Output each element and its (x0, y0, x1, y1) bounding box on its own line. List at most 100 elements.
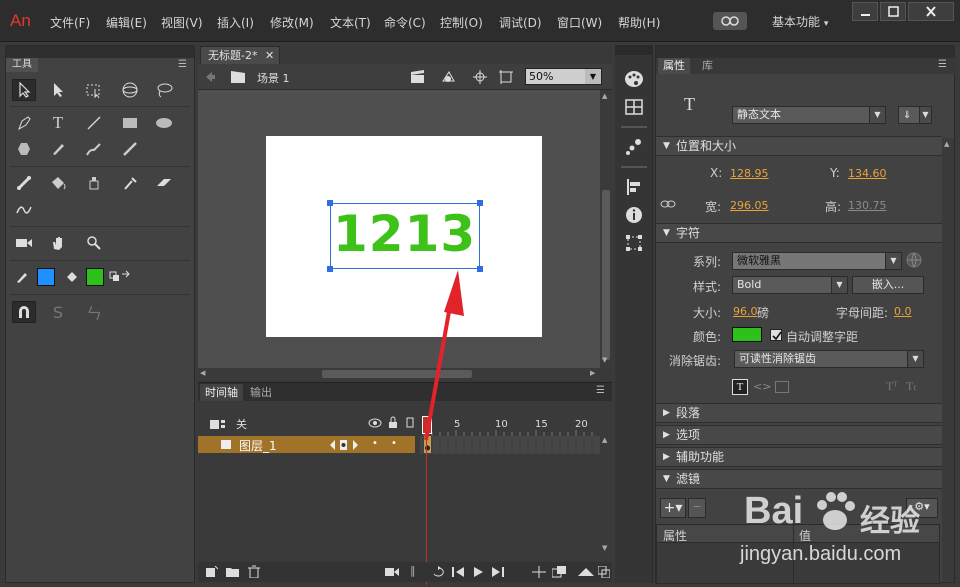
hand-tool[interactable] (46, 232, 70, 254)
sync-settings-button[interactable] (713, 12, 747, 30)
lock-proportions-icon[interactable] (660, 198, 676, 210)
menu-control[interactable]: 控制(O) (440, 14, 483, 31)
section-paragraph[interactable]: ▶ 段落 (656, 403, 942, 423)
font-style-dropdown[interactable]: Bold ▼ (732, 276, 848, 294)
font-family-dropdown[interactable]: 微软雅黑 ▼ (732, 252, 902, 270)
add-filter-button[interactable]: +▾ (660, 498, 686, 518)
center-frame-icon[interactable] (532, 566, 546, 578)
menu-edit[interactable]: 编辑(E) (106, 14, 147, 31)
motion-presets-button[interactable] (623, 137, 645, 157)
paint-brush-tool[interactable] (82, 138, 106, 160)
swap-colors-button[interactable] (108, 266, 132, 288)
stroke-color-swatch[interactable] (37, 268, 55, 286)
resize-handle[interactable] (327, 266, 333, 272)
tab-library[interactable]: 库 (698, 58, 717, 74)
tools-tab[interactable]: 工具 (6, 58, 38, 72)
menu-debug[interactable]: 调试(D) (499, 14, 542, 31)
filter-settings-button[interactable]: ⚙▾ (906, 498, 938, 518)
scroll-up-icon[interactable]: ▲ (602, 436, 607, 444)
horizontal-scrollbar[interactable]: ◀ ▶ (198, 368, 600, 380)
layer-row[interactable]: 图层_1 • • (198, 436, 415, 453)
edit-scene-button[interactable] (409, 69, 427, 85)
subselection-tool[interactable] (46, 79, 70, 101)
eraser-tool[interactable] (152, 172, 176, 194)
text-orientation-dropdown[interactable]: ⇓ ▼ (898, 106, 932, 124)
step-forward-icon[interactable] (490, 566, 504, 578)
lock-dot[interactable]: • (391, 438, 397, 449)
menu-window[interactable]: 窗口(W) (557, 14, 602, 31)
stroke-color-tool[interactable] (10, 266, 34, 288)
clip-content-button[interactable] (498, 69, 514, 85)
width-tool[interactable] (12, 198, 36, 220)
font-globe-icon[interactable] (906, 252, 922, 268)
remove-filter-button[interactable]: − (688, 498, 706, 518)
autokern-checkbox[interactable] (770, 329, 782, 341)
menu-help[interactable]: 帮助(H) (618, 14, 660, 31)
edit-multiple-frames-icon[interactable] (578, 566, 594, 578)
scroll-left-icon[interactable]: ◀ (200, 369, 205, 377)
eyedropper-tool[interactable] (118, 172, 142, 194)
section-accessibility[interactable]: ▶ 辅助功能 (656, 447, 942, 467)
scroll-up-icon[interactable]: ▲ (602, 92, 607, 100)
visibility-dot[interactable]: • (372, 438, 378, 449)
panel-menu-icon[interactable]: ☰ (178, 59, 187, 70)
section-position-size[interactable]: ▼ 位置和大小 (656, 136, 942, 156)
text-tool[interactable]: T (46, 112, 70, 134)
step-back-icon[interactable] (452, 566, 466, 578)
lasso-tool[interactable] (152, 79, 176, 101)
pen-tool[interactable] (12, 112, 36, 134)
info-panel-button[interactable] (623, 205, 645, 225)
menu-view[interactable]: 视图(V) (161, 14, 203, 31)
polystar-tool[interactable] (12, 138, 36, 160)
color-panel-button[interactable] (623, 69, 645, 89)
menu-modify[interactable]: 修改(M) (270, 14, 314, 31)
edit-symbols-button[interactable] (440, 69, 458, 85)
maximize-button[interactable] (880, 2, 906, 21)
show-hide-all-icon[interactable] (368, 418, 382, 428)
new-folder-icon[interactable] (226, 566, 240, 578)
fill-color-tool[interactable] (60, 266, 84, 288)
fill-color-swatch[interactable] (86, 268, 104, 286)
rectangle-tool[interactable] (118, 112, 142, 134)
zoom-dropdown[interactable]: 50% ▼ (525, 68, 602, 85)
play-icon[interactable] (472, 566, 484, 578)
snap-to-objects-button[interactable] (12, 301, 36, 323)
zoom-tool[interactable] (82, 232, 106, 254)
tab-properties[interactable]: 属性 (658, 58, 690, 74)
scroll-down-icon[interactable]: ▼ (602, 356, 607, 364)
minimize-button[interactable] (852, 2, 878, 21)
scroll-right-icon[interactable]: ▶ (590, 369, 595, 377)
width-value[interactable]: 296.05 (730, 199, 769, 212)
menu-text[interactable]: 文本(T) (330, 14, 371, 31)
modify-markers-icon[interactable] (598, 566, 610, 578)
lock-all-icon[interactable] (388, 416, 398, 429)
selection-tool[interactable] (12, 79, 36, 101)
letter-spacing-value[interactable]: 0.0 (894, 305, 912, 318)
close-tab-icon[interactable]: ✕ (265, 47, 274, 64)
properties-vscroll[interactable]: ▲ (942, 138, 954, 582)
selectable-text-icon[interactable]: T (732, 379, 748, 395)
section-options[interactable]: ▶ 选项 (656, 425, 942, 445)
stage-text[interactable]: 1213 (333, 205, 476, 263)
embed-button[interactable]: 嵌入... (852, 276, 924, 294)
subscript-icon[interactable]: Tₜ (906, 379, 917, 394)
camera-icon[interactable] (385, 567, 399, 577)
antialias-dropdown[interactable]: 可读性消除锯齿 ▼ (734, 350, 924, 368)
layer-name[interactable]: 图层_1 (239, 437, 277, 454)
size-value[interactable]: 96.0 (733, 305, 758, 318)
timeline-vscroll[interactable]: ▲ ▼ (600, 436, 612, 556)
ink-bottle-tool[interactable] (82, 172, 106, 194)
line-tool[interactable] (82, 112, 106, 134)
camera-tool[interactable] (12, 232, 36, 254)
oval-tool[interactable] (152, 112, 176, 134)
y-value[interactable]: 134.60 (848, 167, 887, 180)
transform-panel-button[interactable] (623, 233, 645, 253)
text-color-swatch[interactable] (732, 327, 762, 342)
3d-rotation-tool[interactable] (118, 79, 142, 101)
onion-skin-icon[interactable] (552, 566, 568, 578)
loop-icon[interactable] (432, 566, 448, 578)
panel-menu-icon[interactable]: ☰ (596, 385, 605, 396)
tab-timeline[interactable]: 时间轴 (200, 384, 243, 401)
pencil-tool[interactable] (46, 138, 70, 160)
swatches-panel-button[interactable] (623, 97, 645, 117)
